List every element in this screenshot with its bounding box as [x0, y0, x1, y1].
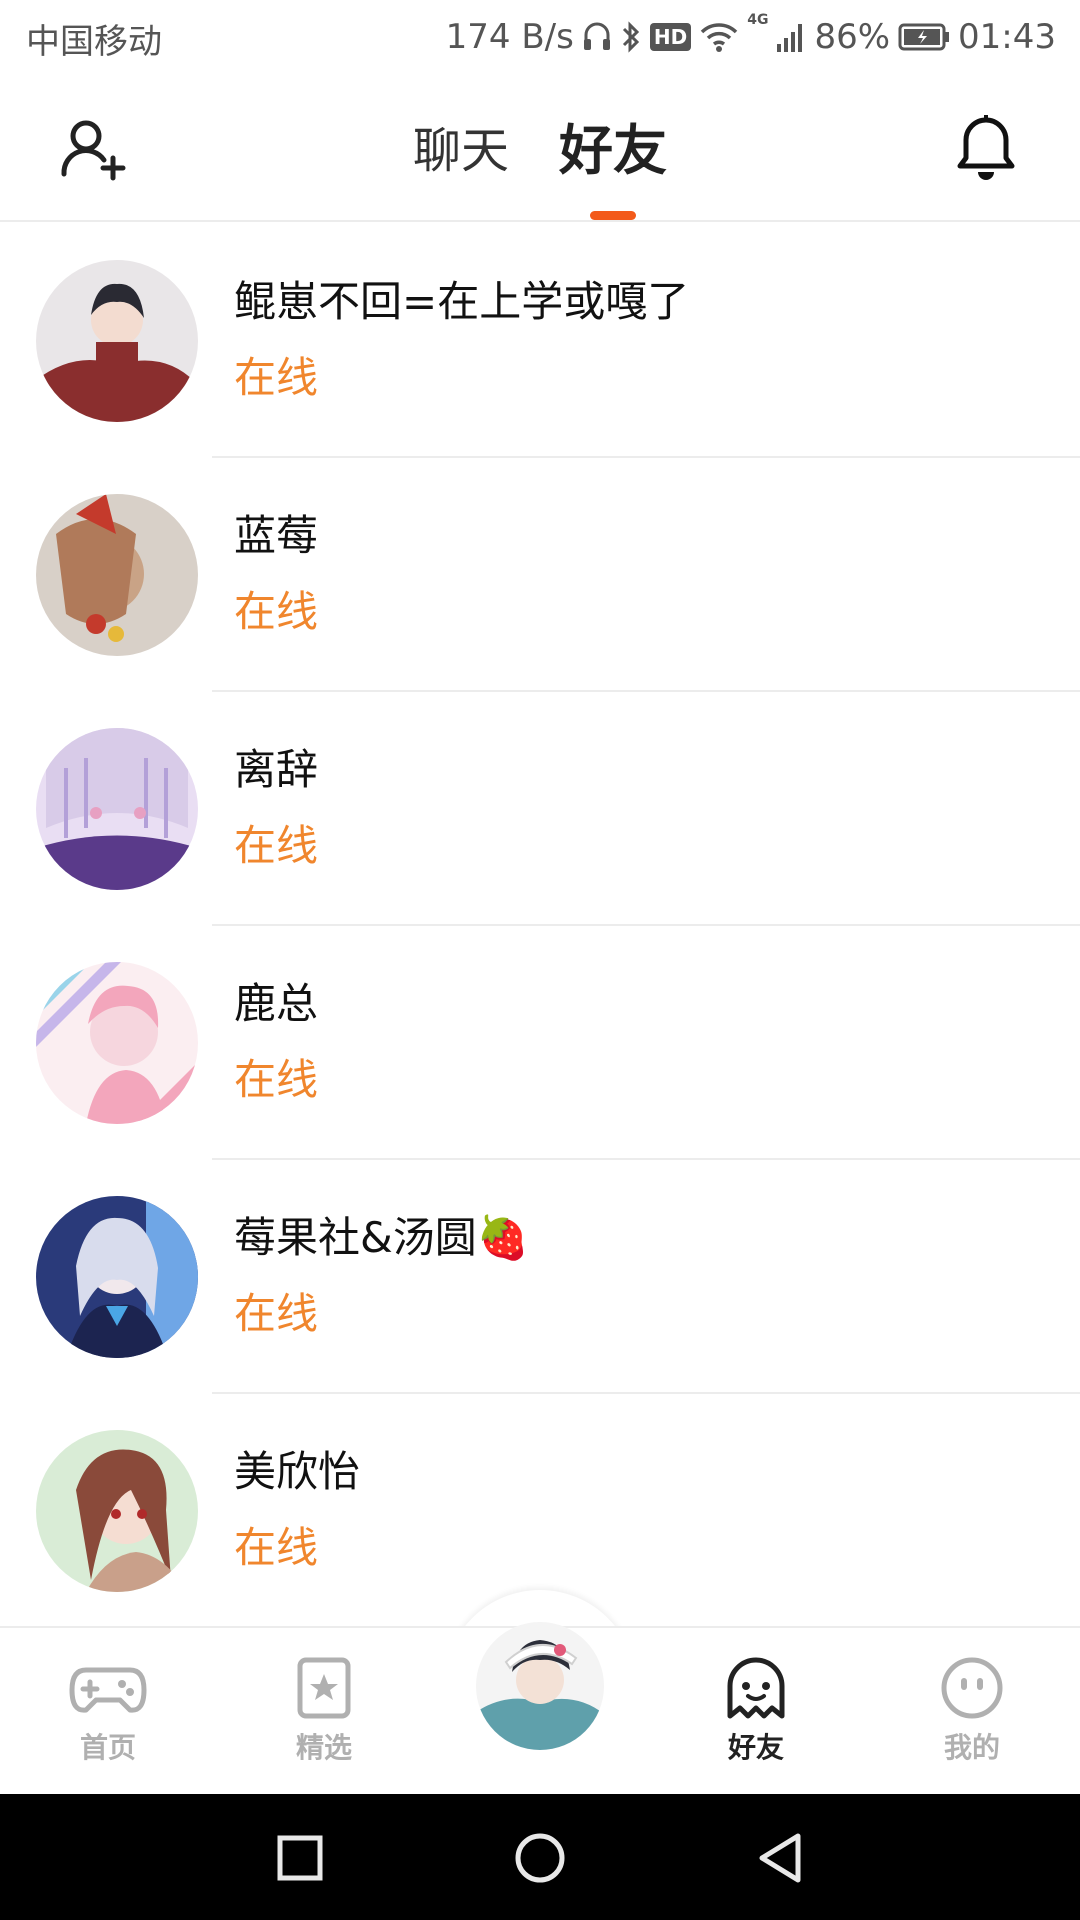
avatar[interactable]: [36, 728, 198, 890]
nav-home[interactable]: 首页: [48, 1656, 168, 1766]
online-status: 在线: [234, 821, 319, 870]
nav-label: 我的: [943, 1731, 1000, 1764]
friend-name: 鹿总: [234, 979, 319, 1028]
top-header: 聊天 好友: [0, 76, 1080, 222]
friend-row[interactable]: 蓝莓 在线: [0, 458, 1080, 692]
wifi-icon: [700, 23, 738, 52]
friend-name: 莓果社&汤圆🍓: [234, 1213, 530, 1262]
headphones-icon: [583, 22, 610, 50]
friend-row[interactable]: 莓果社&汤圆🍓 在线: [0, 1160, 1080, 1394]
network-type: 4G: [747, 12, 769, 28]
avatar[interactable]: [36, 260, 198, 422]
avatar[interactable]: [36, 962, 198, 1124]
chat-friend-tabs: 聊天 好友: [0, 116, 1080, 220]
system-navigation-bar: [0, 1794, 1080, 1920]
online-status: 在线: [234, 1523, 319, 1572]
status-indicators: 174 B/s HD 4G 86% 01:43: [446, 12, 1056, 62]
battery-icon: [898, 23, 950, 51]
nav-me[interactable]: 我的: [912, 1656, 1032, 1766]
center-profile-button[interactable]: [476, 1622, 604, 1750]
clock: 01:43: [958, 17, 1056, 57]
friend-name: 蓝莓: [234, 511, 319, 560]
nav-label: 精选: [295, 1731, 352, 1764]
net-speed: 174 B/s: [445, 17, 574, 57]
back-icon[interactable]: [750, 1828, 810, 1888]
friend-list: 鲲崽不回=在上学或嘎了 在线 蓝莓 在线 离辞 在线 鹿总 在线 莓果社&汤圆🍓…: [0, 224, 1080, 1628]
nav-featured[interactable]: 精选: [264, 1656, 384, 1766]
online-status: 在线: [234, 587, 319, 636]
friend-row[interactable]: 鲲崽不回=在上学或嘎了 在线: [0, 224, 1080, 458]
friend-row[interactable]: 离辞 在线: [0, 692, 1080, 926]
nav-friends[interactable]: 好友: [696, 1656, 816, 1774]
friend-name: 离辞: [234, 745, 319, 794]
hd-badge: HD: [649, 23, 692, 51]
recent-apps-icon[interactable]: [270, 1828, 330, 1888]
notification-bell-icon[interactable]: [954, 114, 1018, 184]
tab-friends[interactable]: 好友: [559, 116, 667, 220]
carrier-name: 中国移动: [26, 22, 162, 62]
online-status: 在线: [234, 353, 319, 402]
home-icon[interactable]: [510, 1828, 570, 1888]
online-status: 在线: [234, 1055, 319, 1104]
avatar[interactable]: [36, 494, 198, 656]
battery-percent: 86%: [814, 17, 891, 57]
nav-label: 首页: [79, 1731, 136, 1764]
bluetooth-icon: [622, 21, 639, 53]
signal-icon: [777, 24, 803, 52]
tab-chat[interactable]: 聊天: [413, 116, 509, 186]
status-bar: 中国移动 174 B/s HD 4G 86% 01:43: [0, 0, 1080, 76]
friend-row[interactable]: 鹿总 在线: [0, 926, 1080, 1160]
friend-name: 鲲崽不回=在上学或嘎了: [234, 277, 690, 326]
star-card-icon: [297, 1657, 351, 1719]
ghost-icon: [727, 1657, 785, 1719]
avatar[interactable]: [36, 1430, 198, 1592]
gamepad-icon: [69, 1667, 147, 1713]
smiley-icon: [941, 1657, 1003, 1719]
friend-name: 美欣怡: [234, 1447, 361, 1496]
active-tab-indicator: [590, 211, 636, 220]
avatar[interactable]: [36, 1196, 198, 1358]
nav-label: 好友: [696, 1726, 816, 1774]
online-status: 在线: [234, 1289, 319, 1338]
